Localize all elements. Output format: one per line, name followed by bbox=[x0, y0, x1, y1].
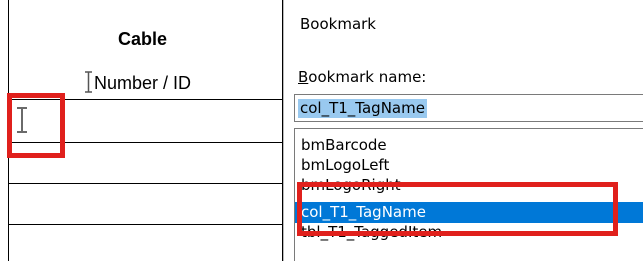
bookmark-name-label: Bookmark name: bbox=[298, 68, 426, 86]
column-header-subtitle-text: Number / ID bbox=[94, 73, 192, 93]
red-highlight-annotation bbox=[297, 182, 618, 236]
bookmark-name-label-rest: ookmark name: bbox=[308, 68, 427, 86]
bookmark-name-value: col_T1_TagName bbox=[298, 99, 427, 118]
column-header-title: Cable bbox=[118, 29, 168, 49]
bookmark-list-item[interactable]: bmBarcode bbox=[295, 135, 643, 156]
table-row-divider bbox=[8, 224, 283, 225]
dialog-title: Bookmark bbox=[300, 15, 376, 33]
bookmark-name-label-mnemonic: B bbox=[298, 68, 309, 86]
column-header-subtitle: Number / ID bbox=[82, 73, 191, 94]
bookmark-name-input[interactable]: col_T1_TagName bbox=[294, 94, 643, 122]
table-row-divider bbox=[8, 183, 283, 184]
bookmark-dialog: Bookmark Bookmark name: col_T1_TagName b… bbox=[283, 0, 643, 261]
red-highlight-annotation bbox=[7, 93, 65, 158]
bookmark-list-item[interactable]: bmLogoLeft bbox=[295, 155, 643, 176]
document-table-area: Cable Number / ID bbox=[0, 0, 283, 261]
